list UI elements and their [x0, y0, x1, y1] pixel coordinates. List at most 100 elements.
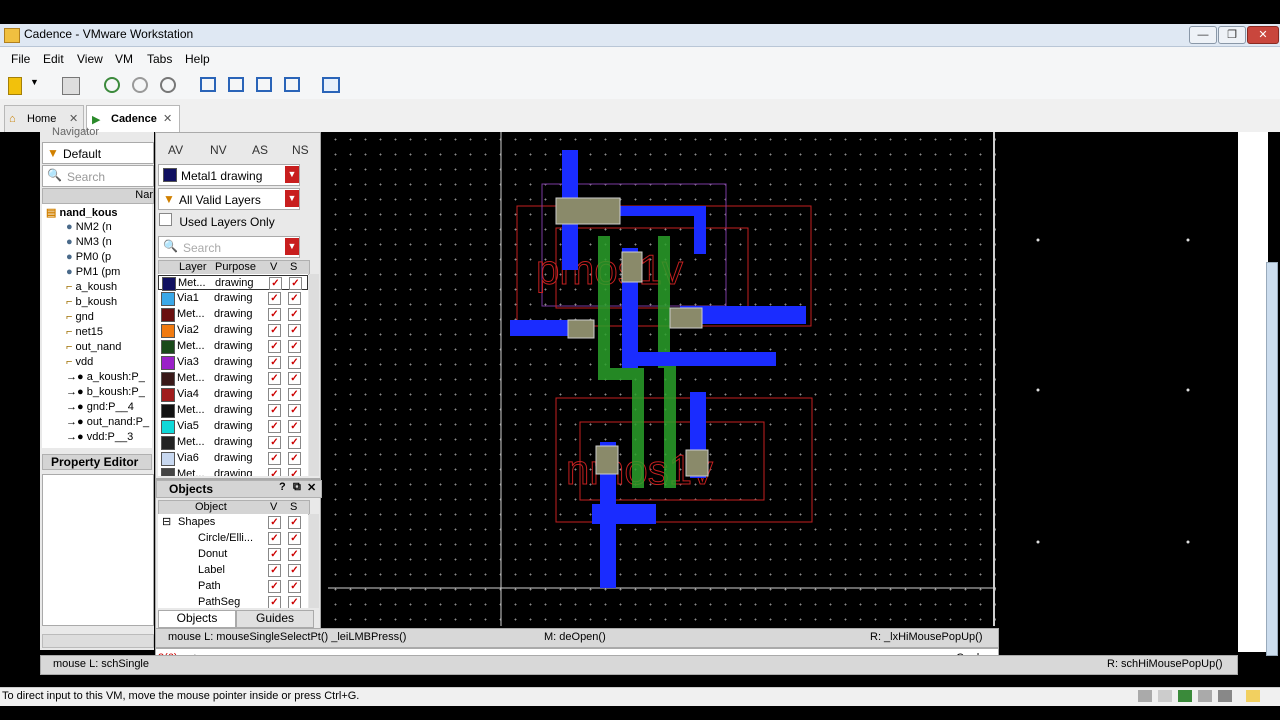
list-item[interactable]: ● PM0 (p — [66, 251, 111, 266]
close-icon[interactable]: ✕ — [69, 112, 78, 125]
selectable-checkbox[interactable]: ✓ — [288, 292, 301, 305]
selectable-checkbox[interactable]: ✓ — [288, 596, 301, 608]
close-button[interactable]: ✕ — [1247, 26, 1279, 44]
object-row[interactable]: Path ✓ ✓ — [158, 579, 308, 594]
layer-row[interactable]: Met... drawing ✓ ✓ — [158, 275, 308, 291]
list-item[interactable]: →● b_koush:P_ — [66, 386, 145, 401]
visible-checkbox[interactable]: ✓ — [268, 420, 281, 433]
chevron-down-icon[interactable]: ▼ — [285, 238, 299, 255]
col-layer[interactable]: Layer — [179, 261, 207, 273]
tab-guides[interactable]: Guides — [236, 610, 314, 628]
selectable-checkbox[interactable]: ✓ — [288, 420, 301, 433]
tree-root[interactable]: ▤ nand_kous — [46, 206, 118, 221]
console-view-icon[interactable] — [322, 77, 340, 93]
layout-canvas[interactable]: pmos1v nmos1v — [328, 132, 996, 626]
selectable-checkbox[interactable]: ✓ — [288, 516, 301, 529]
col-object[interactable]: Object — [195, 501, 227, 513]
list-item[interactable]: ⌐ gnd — [66, 311, 94, 326]
menu-vm[interactable]: VM — [115, 52, 133, 66]
selectable-checkbox[interactable]: ✓ — [288, 532, 301, 545]
visible-checkbox[interactable]: ✓ — [268, 292, 281, 305]
selectable-checkbox[interactable]: ✓ — [289, 277, 302, 290]
current-layer-select[interactable]: Metal1 drawing ▼ — [158, 164, 300, 186]
visible-checkbox[interactable]: ✓ — [268, 548, 281, 561]
vm-vertical-scrollbar[interactable] — [1266, 262, 1278, 656]
selectable-checkbox[interactable]: ✓ — [288, 324, 301, 337]
as-button[interactable]: AS — [252, 143, 268, 157]
vertical-scrollbar[interactable] — [309, 274, 319, 476]
secondary-canvas[interactable] — [998, 132, 1236, 646]
object-row[interactable]: Label ✓ ✓ — [158, 563, 308, 578]
list-item[interactable]: ● NM2 (n — [66, 221, 112, 236]
visible-checkbox[interactable]: ✓ — [269, 277, 282, 290]
tabs-view-icon[interactable] — [228, 77, 244, 92]
selectable-checkbox[interactable]: ✓ — [288, 308, 301, 321]
visible-checkbox[interactable]: ✓ — [268, 388, 281, 401]
visible-checkbox[interactable]: ✓ — [268, 596, 281, 608]
fullscreen-icon[interactable] — [256, 77, 272, 92]
network-icon[interactable] — [1178, 690, 1192, 702]
hdd-icon[interactable] — [1138, 690, 1152, 702]
av-button[interactable]: AV — [168, 143, 183, 157]
cdrom-icon[interactable] — [1158, 690, 1172, 702]
list-item[interactable]: ● PM1 (pm — [66, 266, 120, 281]
object-row[interactable]: Donut ✓ ✓ — [158, 547, 308, 562]
visible-checkbox[interactable]: ✓ — [268, 324, 281, 337]
visible-checkbox[interactable]: ✓ — [268, 532, 281, 545]
selectable-checkbox[interactable]: ✓ — [288, 564, 301, 577]
selectable-checkbox[interactable]: ✓ — [288, 580, 301, 593]
library-view-icon[interactable] — [200, 77, 216, 92]
menu-file[interactable]: File — [11, 52, 30, 66]
layer-row[interactable]: Met... drawing ✓ ✓ — [158, 307, 308, 322]
layer-filter-select[interactable]: ▼ All Valid Layers ▼ — [158, 188, 300, 210]
nv-button[interactable]: NV — [210, 143, 227, 157]
selectable-checkbox[interactable]: ✓ — [288, 548, 301, 561]
minimize-button[interactable]: — — [1189, 26, 1217, 44]
list-item[interactable]: ⌐ b_koush — [66, 296, 117, 311]
horizontal-scrollbar[interactable] — [42, 634, 154, 648]
message-icon[interactable] — [1246, 690, 1260, 702]
navigator-filter[interactable]: ▼ Default — [42, 142, 154, 164]
list-item[interactable]: ⌐ out_nand — [66, 341, 121, 356]
layer-row[interactable]: Met... drawing ✓ ✓ — [158, 435, 308, 450]
chevron-down-icon[interactable]: ▼ — [285, 166, 299, 183]
selectable-checkbox[interactable]: ✓ — [288, 452, 301, 465]
vertical-scrollbar[interactable] — [309, 514, 319, 608]
selectable-checkbox[interactable]: ✓ — [288, 468, 301, 476]
layer-row[interactable]: Met... drawing ✓ ✓ — [158, 371, 308, 386]
layer-row[interactable]: Via2 drawing ✓ ✓ — [158, 323, 308, 338]
list-item[interactable]: →● out_nand:P_ — [66, 416, 149, 431]
help-icon[interactable]: ? — [279, 481, 286, 493]
col-selectable[interactable]: S — [290, 261, 297, 273]
visible-checkbox[interactable]: ✓ — [268, 580, 281, 593]
list-item[interactable]: →● vdd:P__3 — [66, 431, 133, 446]
selectable-checkbox[interactable]: ✓ — [288, 372, 301, 385]
revert-snapshot-icon[interactable] — [132, 77, 148, 93]
selectable-checkbox[interactable]: ✓ — [288, 388, 301, 401]
visible-checkbox[interactable]: ✓ — [268, 452, 281, 465]
chevron-down-icon[interactable]: ▼ — [285, 190, 299, 207]
visible-checkbox[interactable]: ✓ — [268, 468, 281, 476]
layer-row[interactable]: Met... drawing ✓ ✓ — [158, 403, 308, 418]
unity-icon[interactable] — [284, 77, 300, 92]
chevron-down-icon[interactable]: ▼ — [30, 77, 46, 93]
layer-row[interactable]: Via3 drawing ✓ ✓ — [158, 355, 308, 370]
used-layers-only-checkbox[interactable]: Used Layers Only — [159, 213, 275, 229]
visible-checkbox[interactable]: ✓ — [268, 436, 281, 449]
close-icon[interactable]: ✕ — [307, 481, 316, 494]
selectable-checkbox[interactable]: ✓ — [288, 436, 301, 449]
undock-icon[interactable]: ⧉ — [293, 481, 301, 494]
col-selectable[interactable]: S — [290, 501, 297, 513]
navigator-search-input[interactable]: 🔍 Search — [42, 165, 154, 187]
col-visible[interactable]: V — [270, 501, 277, 513]
snapshot-icon[interactable] — [104, 77, 120, 93]
visible-checkbox[interactable]: ✓ — [268, 340, 281, 353]
maximize-button[interactable]: ❐ — [1218, 26, 1246, 44]
layer-row[interactable]: Via6 drawing ✓ ✓ — [158, 451, 308, 466]
send-keys-icon[interactable] — [62, 77, 80, 95]
layer-search-input[interactable]: 🔍 Search ▼ — [158, 236, 300, 258]
list-item[interactable]: →● gnd:P__4 — [66, 401, 134, 416]
list-item[interactable]: ● NM3 (n — [66, 236, 112, 251]
visible-checkbox[interactable]: ✓ — [268, 404, 281, 417]
list-item[interactable]: ⌐ net15 — [66, 326, 103, 341]
